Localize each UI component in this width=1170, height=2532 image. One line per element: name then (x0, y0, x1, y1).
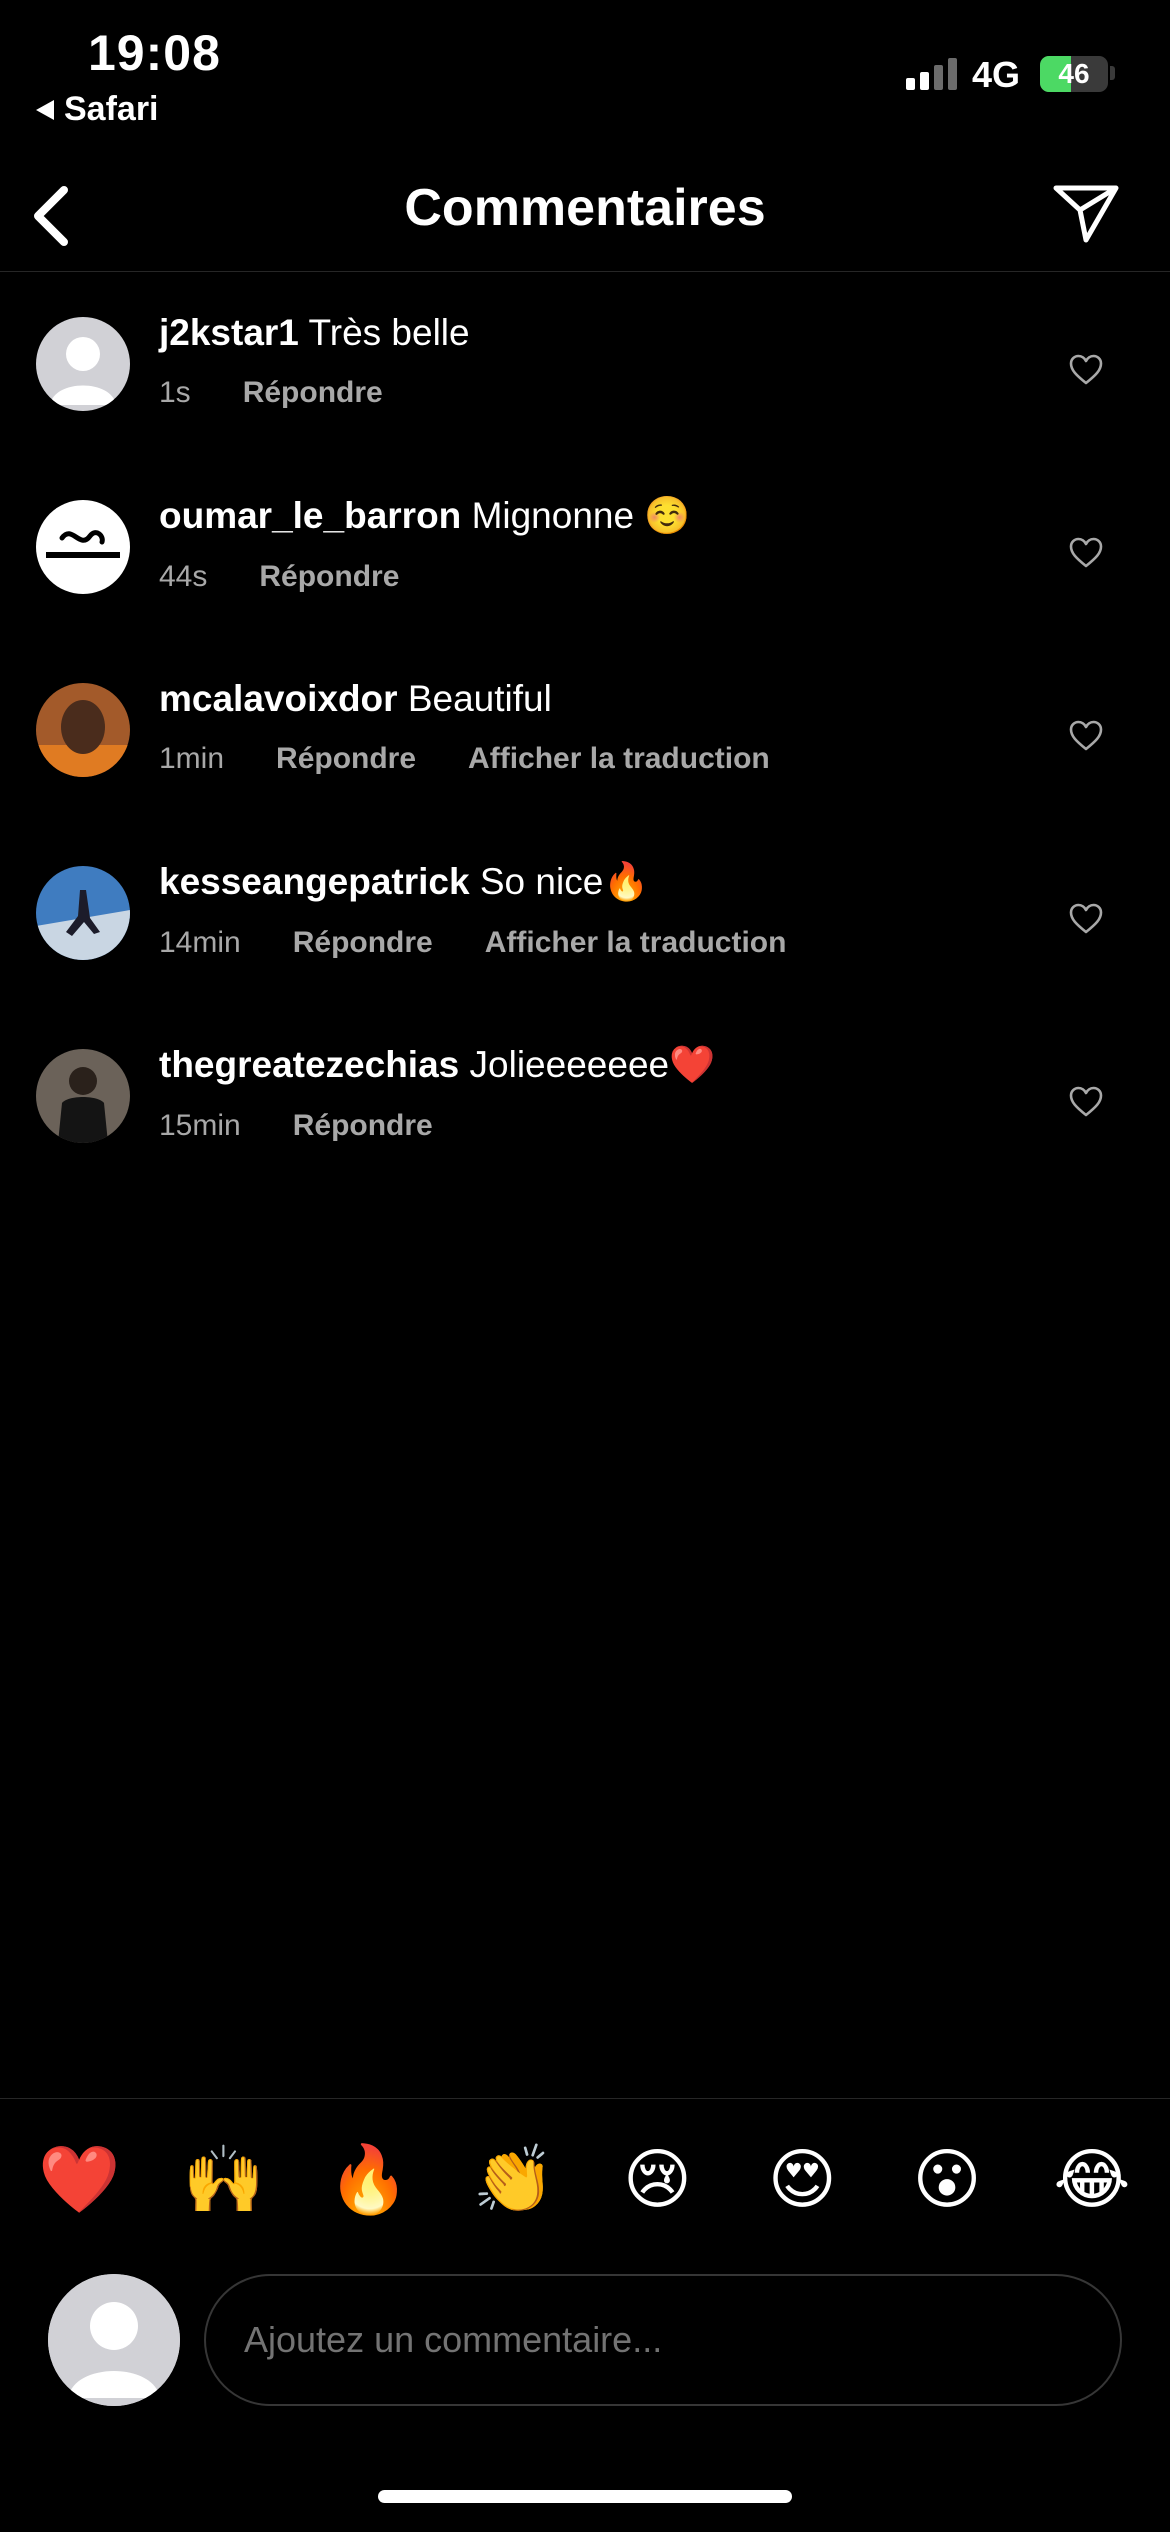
back-app-label: Safari (64, 90, 159, 128)
heart-icon[interactable] (1068, 718, 1104, 754)
avatar[interactable] (36, 317, 130, 411)
comments-list: j2kstar1 Très belle 1s Répondre oumar_le… (0, 272, 1170, 1187)
heart-icon[interactable] (1068, 1084, 1104, 1120)
emoji-laughing-button[interactable]: 😂 (1052, 2146, 1132, 2212)
comment-item: oumar_le_barron Mignonne ☺️ 44s Répondre (0, 455, 1170, 638)
heart-icon[interactable] (1068, 352, 1104, 388)
comment-text: Jolieeeeeee❤️ (469, 1044, 716, 1085)
comment-time: 1min (159, 742, 225, 775)
emoji-heart-button[interactable]: ❤️ (38, 2146, 120, 2212)
emoji-raised-hands-button[interactable]: 🙌 (183, 2146, 265, 2212)
profile-photo (36, 866, 130, 960)
show-translation-button[interactable]: Afficher la traduction (485, 926, 787, 960)
comment-username[interactable]: kesseangepatrick (159, 861, 470, 902)
comment-item: kesseangepatrick So nice🔥 14min Répondre… (0, 821, 1170, 1004)
comment-time: 14min (159, 926, 241, 959)
comment-text: So nice🔥 (479, 861, 650, 902)
avatar[interactable] (36, 500, 130, 594)
comments-header: Commentaires (0, 160, 1170, 272)
show-translation-button[interactable]: Afficher la traduction (468, 742, 770, 776)
comment-item: thegreatezechias Jolieeeeeee❤️ 15min Rép… (0, 1004, 1170, 1187)
comment-username[interactable]: mcalavoixdor (159, 678, 398, 719)
comment-time: 15min (159, 1109, 241, 1142)
avatar[interactable] (36, 683, 130, 777)
comment-time: 1s (159, 376, 191, 409)
comment-username[interactable]: oumar_le_barron (159, 495, 461, 536)
reply-button[interactable]: Répondre (243, 376, 383, 410)
comment-item: j2kstar1 Très belle 1s Répondre (0, 272, 1170, 455)
back-triangle-icon (36, 99, 54, 120)
comment-item: mcalavoixdor Beautiful 1min Répondre Aff… (0, 638, 1170, 821)
reply-button[interactable]: Répondre (259, 560, 399, 594)
emoji-reaction-bar: ❤️ 🙌 🔥 👏 😢 😍 😮 😂 (0, 2098, 1170, 2258)
avatar[interactable] (36, 1049, 130, 1143)
default-avatar-icon (36, 317, 130, 411)
profile-photo (36, 683, 130, 777)
heart-icon[interactable] (1068, 901, 1104, 937)
comment-time: 44s (159, 560, 208, 593)
comment-text: Mignonne ☺️ (471, 495, 691, 536)
comment-username[interactable]: thegreatezechias (159, 1044, 459, 1085)
reply-button[interactable]: Répondre (293, 1109, 433, 1143)
status-time: 19:08 (88, 25, 221, 81)
home-indicator[interactable] (378, 2490, 792, 2503)
comment-text: Beautiful (407, 678, 552, 719)
battery-level: 46 (1058, 58, 1090, 89)
self-avatar (48, 2274, 180, 2406)
battery-cap (1110, 66, 1115, 80)
network-type: 4G (972, 54, 1021, 95)
signal-strength-icon (906, 56, 957, 90)
reply-button[interactable]: Répondre (293, 926, 433, 960)
reply-button[interactable]: Répondre (276, 742, 416, 776)
emoji-surprised-button[interactable]: 😮 (907, 2146, 987, 2212)
heart-icon[interactable] (1068, 535, 1104, 571)
paper-plane-icon[interactable] (1050, 176, 1122, 248)
profile-photo (36, 1049, 130, 1143)
emoji-clap-button[interactable]: 👏 (473, 2146, 555, 2212)
back-to-safari-link[interactable]: Safari (36, 90, 159, 129)
comment-input-container (204, 2274, 1122, 2406)
comment-text: Très belle (308, 312, 470, 353)
status-bar: 19:08 Safari 4G 46 (0, 0, 1170, 150)
comment-username[interactable]: j2kstar1 (159, 312, 299, 353)
default-avatar-icon (48, 2274, 180, 2406)
emoji-fire-button[interactable]: 🔥 (328, 2146, 410, 2212)
pirate-logo-avatar (36, 500, 130, 594)
comment-input[interactable] (206, 2276, 1120, 2404)
emoji-heart-eyes-button[interactable]: 😍 (762, 2146, 842, 2212)
page-title: Commentaires (404, 179, 766, 237)
battery-icon: 46 (1040, 56, 1108, 92)
emoji-crying-button[interactable]: 😢 (617, 2146, 697, 2212)
avatar[interactable] (36, 866, 130, 960)
